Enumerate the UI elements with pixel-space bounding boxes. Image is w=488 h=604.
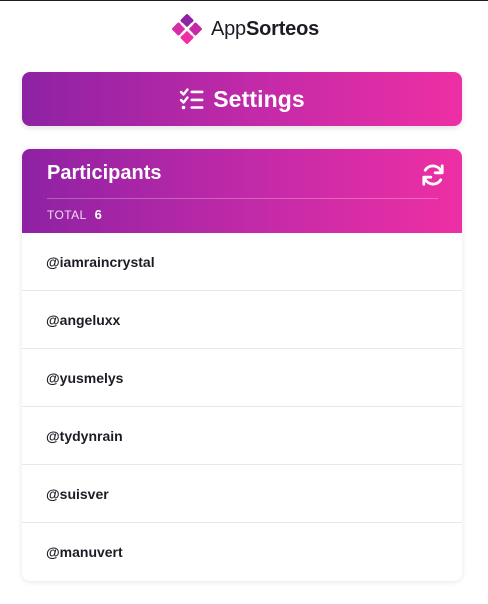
settings-label: Settings: [213, 85, 305, 112]
participant-item: @manuvert: [46, 544, 123, 560]
participants-card: Participants TOTAL 6 @iamraincrystal @an…: [22, 149, 462, 581]
refresh-icon[interactable]: [420, 162, 446, 188]
header-divider: [47, 198, 438, 199]
participants-title: Participants: [47, 162, 162, 184]
participants-list: @iamraincrystal @angeluxx @yusmelys @tyd…: [22, 233, 462, 581]
brand-name-light: App: [210, 18, 246, 40]
checklist-icon: [180, 88, 204, 110]
participant-item: @angeluxx: [22, 291, 462, 349]
participants-header: Participants TOTAL 6: [22, 149, 462, 233]
participant-item: @yusmelys: [22, 349, 462, 407]
total-count: 6: [94, 207, 102, 222]
brand-header: AppSorteos: [0, 10, 488, 48]
brand-name-bold: Sorteos: [245, 18, 320, 40]
brand-name: AppSorteos: [211, 19, 319, 39]
page: AppSorteos Settings Participants TOTAL 6…: [0, 0, 488, 604]
participant-item: @suisver: [22, 465, 462, 523]
participant-item: @iamraincrystal: [22, 233, 462, 291]
participants-total: TOTAL 6: [47, 207, 102, 222]
participant-item: @tydynrain: [22, 407, 462, 465]
total-label: TOTAL: [47, 208, 87, 222]
appsorteos-logo-icon: [172, 14, 202, 44]
settings-button[interactable]: Settings: [22, 72, 462, 126]
